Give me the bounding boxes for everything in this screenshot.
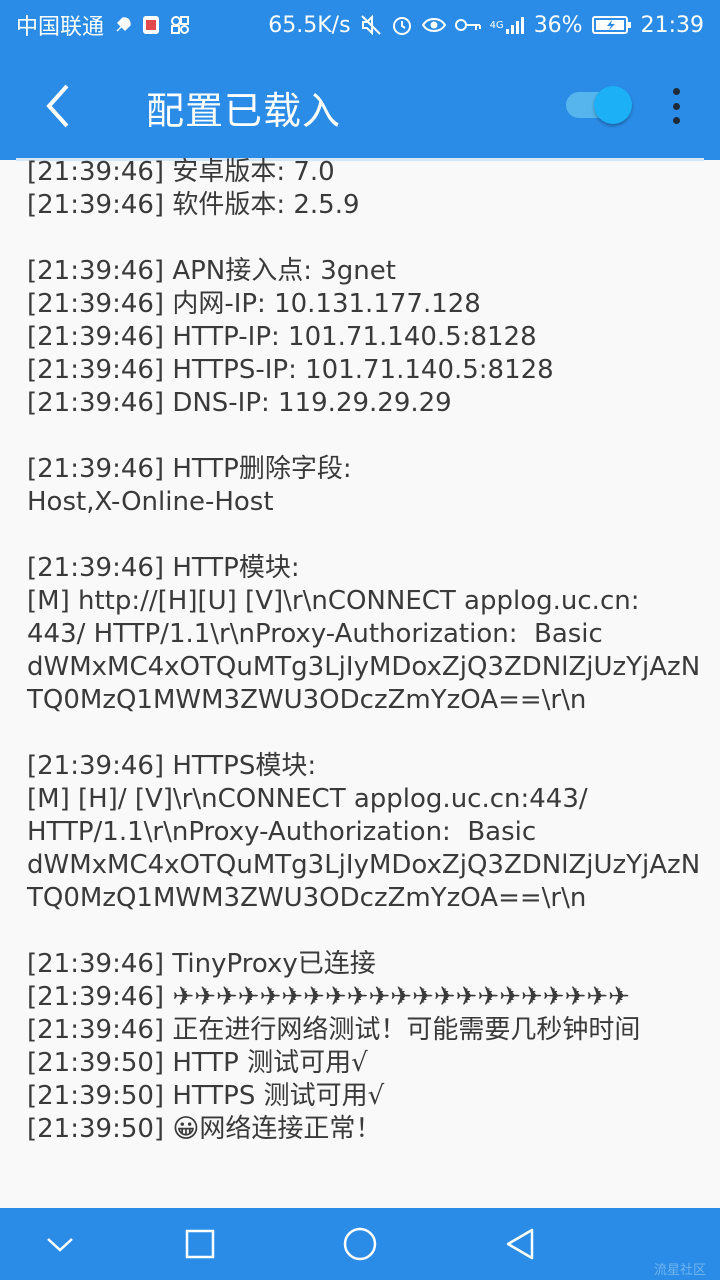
signal-icon: 4G	[490, 15, 525, 35]
toggle-thumb	[594, 86, 632, 124]
app-bar: 配置已载入	[0, 50, 720, 160]
log-line: [21:39:46] HTTPS模块:	[27, 751, 317, 781]
log-line: [21:39:46] HTTP-IP: 101.71.140.5:8128	[27, 322, 537, 352]
network-type: 4G	[489, 19, 504, 31]
log-blank-line	[27, 420, 697, 453]
log-line: dWMxMC4xOTQuMTg3LjIyMDoxZjQ3ZDNlZjUzYjAz…	[27, 652, 701, 682]
carrier-label: 中国联通	[16, 15, 105, 40]
eye-icon	[421, 16, 446, 34]
log-line: [21:39:46] HTTPS-IP: 101.71.140.5:8128	[27, 355, 554, 385]
app-shortcut-icon	[170, 15, 190, 35]
nav-collapse-button[interactable]	[38, 1222, 82, 1266]
log-line: [21:39:46] APN接入点: 3gnet	[27, 256, 396, 286]
log-line: [M] [H]/ [V]\r\nCONNECT applog.uc.cn:443…	[27, 784, 588, 814]
log-line: [21:39:46] 安卓版本: 7.0	[27, 157, 335, 187]
more-dot-icon	[672, 117, 680, 124]
log-line: [21:39:46] HTTP删除字段:	[27, 454, 352, 484]
nav-home-button[interactable]	[338, 1222, 382, 1266]
page-title: 配置已载入	[146, 89, 342, 133]
notification-app-icon	[142, 15, 160, 35]
clock: 21:39	[640, 12, 704, 38]
mute-icon	[360, 14, 382, 36]
log-output[interactable]: [21:39:46] 安卓版本: 7.0 [21:39:46] 软件版本: 2.5…	[27, 156, 701, 1146]
more-dot-icon	[672, 88, 680, 95]
log-line: [21:39:46] 软件版本: 2.5.9	[27, 190, 360, 220]
log-line: [21:39:46] DNS-IP: 119.29.29.29	[27, 388, 452, 418]
log-line: [21:39:46] TinyProxy已连接	[27, 949, 376, 979]
log-line: [21:39:46] HTTP模块:	[27, 553, 300, 583]
log-line: TQ0MzQ1MWM3ZWU3ODczZmYzOA==\r\n	[27, 883, 587, 913]
log-line: [21:39:50] HTTP 测试可用√	[27, 1048, 368, 1078]
triangle-back-icon	[506, 1228, 534, 1260]
more-dot-icon	[672, 102, 680, 110]
log-line: [21:39:46] 内网-IP: 10.131.177.128	[27, 289, 481, 319]
log-blank-line	[27, 717, 697, 750]
log-blank-line	[27, 519, 697, 552]
log-line: [21:39:46] ✈✈✈✈✈✈✈✈✈✈✈✈✈✈✈✈✈✈✈✈✈	[27, 982, 630, 1012]
status-bar: 中国联通 65.5K/s 4G 36% 21:39	[0, 0, 720, 50]
chevron-down-icon	[47, 1238, 73, 1252]
alarm-icon	[391, 14, 413, 36]
log-line: HTTP/1.1\r\nProxy-Authorization: Basic	[27, 817, 537, 847]
nav-back-button[interactable]	[498, 1222, 542, 1266]
battery-percent: 36%	[533, 12, 583, 38]
navigation-bar: 流星社区	[0, 1208, 720, 1280]
watermark: 流星社区	[653, 1263, 706, 1278]
network-speed: 65.5K/s	[268, 12, 351, 38]
log-line: [21:39:50] HTTPS 测试可用√	[27, 1081, 385, 1111]
back-button[interactable]	[30, 78, 86, 134]
log-line: TQ0MzQ1MWM3ZWU3ODczZmYzOA==\r\n	[27, 685, 587, 715]
back-arrow-icon	[46, 84, 69, 128]
log-line: Host,X-Online-Host	[27, 487, 274, 517]
key-icon	[454, 18, 481, 32]
log-line: [21:39:50] 😀网络连接正常！	[27, 1114, 382, 1144]
proxy-toggle[interactable]	[566, 86, 632, 124]
battery-charging-icon	[591, 15, 632, 35]
rocket-icon	[114, 16, 132, 34]
nav-recents-button[interactable]	[178, 1222, 222, 1266]
square-icon	[185, 1229, 215, 1259]
log-blank-line	[27, 222, 697, 255]
log-line: dWMxMC4xOTQuMTg3LjIyMDoxZjQ3ZDNlZjUzYjAz…	[27, 850, 701, 880]
log-line: [21:39:46] 正在进行网络测试！可能需要几秒钟时间	[27, 1015, 641, 1045]
more-options-button[interactable]	[662, 84, 690, 128]
log-line: [M] http://[H][U] [V]\r\nCONNECT applog.…	[27, 586, 640, 616]
circle-icon	[343, 1227, 377, 1261]
log-blank-line	[27, 915, 697, 948]
log-line: 443/ HTTP/1.1\r\nProxy-Authorization: Ba…	[27, 619, 603, 649]
